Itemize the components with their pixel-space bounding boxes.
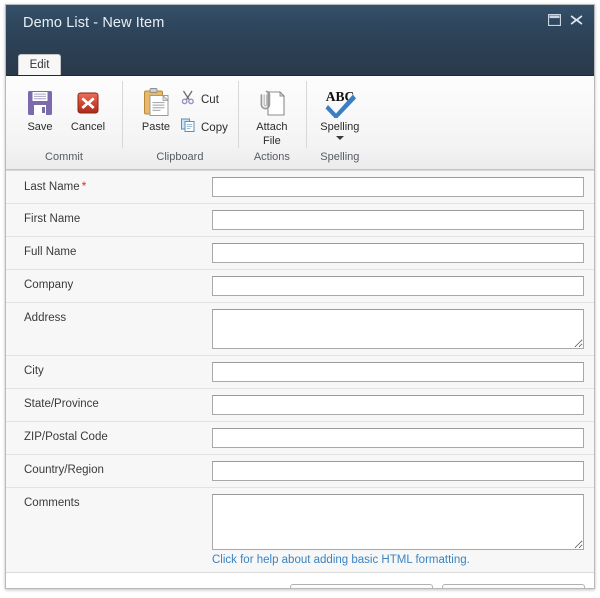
field-label: Country/Region [24, 464, 104, 476]
cancel-ribbon-button[interactable]: Cancel [64, 82, 112, 134]
html-formatting-help-link[interactable]: Click for help about adding basic HTML f… [212, 554, 470, 566]
save-button[interactable]: Save [290, 583, 433, 588]
save-ribbon-button[interactable]: Save [16, 82, 64, 134]
form-row-company: Company [6, 269, 594, 302]
field-cell-city [208, 356, 594, 388]
label-cell-comments: Comments [6, 488, 208, 572]
form-row-city: City [6, 355, 594, 388]
company-input[interactable] [212, 276, 584, 296]
dialog-titlebar: Demo List - New Item Edit [6, 5, 594, 76]
last-name-input[interactable] [212, 177, 584, 197]
ribbon-group-label-spelling: Spelling [320, 151, 360, 163]
field-label: ZIP/Postal Code [24, 431, 108, 443]
form-row-first-name: First Name [6, 203, 594, 236]
country-region-input[interactable] [212, 461, 584, 481]
field-label: State/Province [24, 398, 99, 410]
field-label: Address [24, 312, 67, 324]
zip-postal-code-input[interactable] [212, 428, 584, 448]
item-form: Last Name * First Name Full Name Company… [6, 170, 594, 572]
ribbon-tabstrip: Edit [6, 54, 594, 75]
field-label: First Name [24, 213, 81, 225]
label-cell-city: City [6, 356, 208, 388]
form-row-country-region: Country/Region [6, 454, 594, 487]
form-row-address: Address [6, 302, 594, 355]
city-input[interactable] [212, 362, 584, 382]
copy-button[interactable]: Copy [180, 117, 228, 138]
required-asterisk: * [81, 179, 87, 193]
field-cell-full-name [208, 237, 594, 269]
form-row-comments: Comments Click for help about adding bas… [6, 487, 594, 572]
ribbon-group-label-clipboard: Clipboard [156, 151, 204, 163]
window-controls [548, 14, 583, 27]
label-cell-state-province: State/Province [6, 389, 208, 421]
form-row-zip-postal-code: ZIP/Postal Code [6, 421, 594, 454]
field-label: Full Name [24, 246, 77, 258]
tab-edit[interactable]: Edit [18, 54, 61, 75]
spelling-button[interactable]: ABC Spelling [316, 82, 364, 140]
attach-file-label-line2: File [262, 134, 281, 147]
attach-paperclip-icon [257, 85, 287, 120]
close-icon[interactable] [570, 14, 583, 27]
copy-pages-icon [180, 117, 196, 138]
label-cell-zip-postal-code: ZIP/Postal Code [6, 422, 208, 454]
save-ribbon-label: Save [27, 121, 53, 133]
copy-label: Copy [201, 121, 228, 134]
label-cell-address: Address [6, 303, 208, 355]
ribbon: Save Cancel Commit Paste Cut Copy Clipbo… [6, 76, 594, 170]
ribbon-group-label-actions: Actions [253, 151, 290, 163]
screenshot-root: Demo List - New Item Edit Save Cancel Co… [0, 0, 600, 598]
address-textarea[interactable] [212, 309, 584, 349]
first-name-input[interactable] [212, 210, 584, 230]
field-cell-company [208, 270, 594, 302]
attach-file-label-line1: Attach [256, 121, 288, 133]
chevron-down-icon[interactable] [335, 135, 344, 140]
field-cell-comments: Click for help about adding basic HTML f… [208, 488, 594, 572]
ribbon-group-actions: Attach File Actions [237, 76, 306, 169]
cancel-x-icon [73, 85, 103, 120]
cut-label: Cut [201, 93, 219, 106]
new-item-dialog: Demo List - New Item Edit Save Cancel Co… [5, 4, 595, 589]
cancel-ribbon-label: Cancel [70, 121, 106, 133]
label-cell-company: Company [6, 270, 208, 302]
field-label: Comments [24, 497, 80, 509]
paste-ribbon-label: Paste [141, 121, 171, 133]
ribbon-group-label-commit: Commit [45, 151, 83, 163]
save-floppy-icon [25, 85, 55, 120]
dialog-footer: Save Cancel [6, 572, 594, 588]
label-cell-last-name: Last Name * [6, 171, 208, 203]
dialog-title: Demo List - New Item [23, 15, 165, 31]
field-cell-country-region [208, 455, 594, 487]
form-row-full-name: Full Name [6, 236, 594, 269]
label-cell-first-name: First Name [6, 204, 208, 236]
spelling-abc-check-icon: ABC [321, 85, 359, 120]
paste-ribbon-button[interactable]: Paste [132, 82, 180, 134]
field-label: City [24, 365, 44, 377]
label-cell-full-name: Full Name [6, 237, 208, 269]
cut-scissors-icon [180, 89, 196, 110]
field-label: Company [24, 279, 74, 291]
ribbon-group-clipboard: Paste Cut Copy Clipboard [122, 76, 238, 169]
full-name-input[interactable] [212, 243, 584, 263]
field-cell-state-province [208, 389, 594, 421]
attach-file-button[interactable]: Attach File [248, 82, 296, 147]
field-cell-zip-postal-code [208, 422, 594, 454]
state-province-input[interactable] [212, 395, 584, 415]
form-row-state-province: State/Province [6, 388, 594, 421]
cut-button[interactable]: Cut [180, 89, 228, 110]
comments-textarea[interactable] [212, 494, 584, 550]
paste-clipboard-icon [141, 85, 171, 120]
field-cell-address [208, 303, 594, 355]
field-cell-last-name [208, 171, 594, 203]
field-label: Last Name [24, 181, 80, 193]
cancel-button[interactable]: Cancel [442, 583, 585, 588]
field-cell-first-name [208, 204, 594, 236]
clipboard-small-buttons: Cut Copy [180, 82, 228, 138]
ribbon-group-spelling: ABC Spelling Spelling [305, 76, 374, 169]
spelling-label: Spelling [320, 121, 360, 133]
label-cell-country-region: Country/Region [6, 455, 208, 487]
maximize-icon[interactable] [548, 14, 561, 27]
ribbon-group-commit: Save Cancel Commit [6, 76, 122, 169]
form-row-last-name: Last Name * [6, 170, 594, 203]
